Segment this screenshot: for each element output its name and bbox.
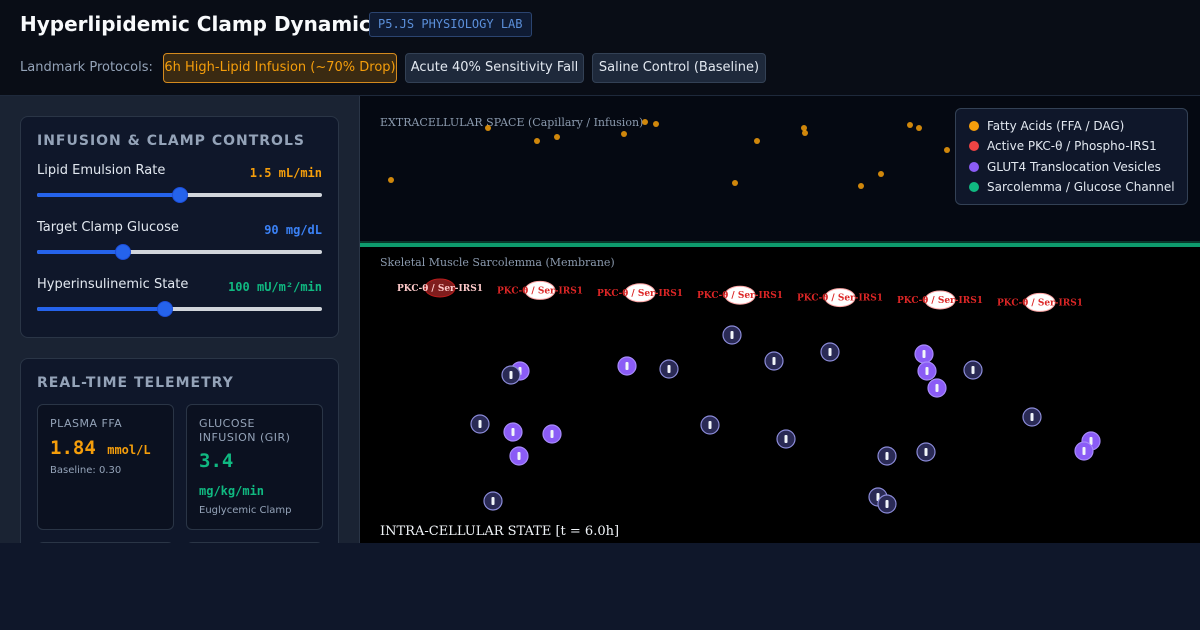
membrane-label: Skeletal Muscle Sarcolemma (Membrane) xyxy=(380,256,615,269)
fatty-acid-particle xyxy=(907,122,913,128)
glut4-vesicle xyxy=(1074,441,1094,461)
fatty-acid-particle xyxy=(944,147,950,153)
pkc-complex-label: PKC-θ / Ser-IRS1 xyxy=(897,296,983,306)
glut4-vesicle xyxy=(722,325,742,345)
fatty-acid-particle xyxy=(732,180,738,186)
glut4-vesicle xyxy=(503,422,523,442)
legend-item-fatty-acids: Fatty Acids (FFA / DAG) xyxy=(969,119,1124,133)
card-label: PLASMA FFA xyxy=(50,417,123,430)
glut4-vesicle xyxy=(700,415,720,435)
pkc-complex-label: PKC-θ / Ser-IRS1 xyxy=(597,289,683,299)
slider-thumb[interactable] xyxy=(114,244,131,260)
glut4-vesicle xyxy=(470,414,490,434)
legend-item-sarcolemma: Sarcolemma / Glucose Channel xyxy=(969,180,1175,194)
glucose-target-slider[interactable] xyxy=(37,244,322,260)
fatty-acid-particle xyxy=(801,125,807,131)
plasma-ffa-card: PLASMA FFA 1.84 mmol/L Baseline: 0.30 xyxy=(37,404,174,530)
glut4-vesicle xyxy=(659,359,679,379)
extracellular-label: EXTRACELLULAR SPACE (Capillary / Infusio… xyxy=(380,116,643,129)
glut4-vesicle xyxy=(914,344,934,364)
fatty-acid-particle xyxy=(802,130,808,136)
controls-title: INFUSION & CLAMP CONTROLS xyxy=(37,133,305,149)
purple-dot-icon xyxy=(969,162,979,172)
legend-item-pkc: Active PKC-θ / Phospho-IRS1 xyxy=(969,139,1157,153)
glucose-infusion-card: GLUCOSE INFUSION (GIR) 3.4 mg/kg/min Eug… xyxy=(186,404,323,530)
pkc-complex-label: PKC-θ / Ser-IRS1 xyxy=(697,291,783,301)
fatty-acid-particle xyxy=(858,183,864,189)
red-dot-icon xyxy=(969,141,979,151)
fatty-acid-particle xyxy=(754,138,760,144)
fatty-acid-particle xyxy=(534,138,540,144)
slider-fill xyxy=(37,250,123,254)
glut4-vesicle xyxy=(501,365,521,385)
telemetry-card-third xyxy=(37,542,174,543)
lipid-rate-label: Lipid Emulsion Rate xyxy=(37,163,166,178)
lipid-rate-value: 1.5 mL/min xyxy=(249,166,322,180)
orange-dot-icon xyxy=(969,121,979,131)
card-label: GLUCOSE INFUSION (GIR) xyxy=(199,417,291,444)
gir-value: 3.4 xyxy=(199,450,234,472)
slider-thumb[interactable] xyxy=(171,187,188,203)
glut4-vesicle xyxy=(1022,407,1042,427)
glucose-target-label: Target Clamp Glucose xyxy=(37,220,179,235)
protocols-label: Landmark Protocols: xyxy=(20,60,153,75)
pkc-complex-label: PKC-θ / Ser-IRS1 xyxy=(997,298,1083,308)
glut4-vesicle xyxy=(917,361,937,381)
fatty-acid-particle xyxy=(388,177,394,183)
membrane-glow xyxy=(360,241,1200,243)
telemetry-title: REAL-TIME TELEMETRY xyxy=(37,375,234,391)
app-title: Hyperlipidemic Clamp Dynamics xyxy=(20,12,383,36)
glut4-vesicle xyxy=(776,429,796,449)
glut4-vesicle xyxy=(927,378,947,398)
legend-item-glut4: GLUT4 Translocation Vesicles xyxy=(969,160,1161,174)
fatty-acid-particle xyxy=(621,131,627,137)
glucose-target-value: 90 mg/dL xyxy=(264,223,322,237)
protocol-button-saline-control[interactable]: Saline Control (Baseline) xyxy=(592,53,766,83)
fatty-acid-particle xyxy=(554,134,560,140)
sidebar: INFUSION & CLAMP CONTROLS Lipid Emulsion… xyxy=(0,96,360,543)
green-dot-icon xyxy=(969,182,979,192)
glut4-vesicle xyxy=(542,424,562,444)
insulin-state-label: Hyperinsulinemic State xyxy=(37,277,189,292)
glut4-vesicle xyxy=(916,442,936,462)
lab-badge: P5.JS PHYSIOLOGY LAB xyxy=(369,12,532,37)
plasma-ffa-value: 1.84 mmol/L xyxy=(50,437,151,459)
glut4-vesicle xyxy=(963,360,983,380)
telemetry-panel: REAL-TIME TELEMETRY PLASMA FFA 1.84 mmol… xyxy=(20,358,339,543)
insulin-state-slider[interactable] xyxy=(37,301,322,317)
gir-unit: mg/kg/min xyxy=(199,484,265,498)
glut4-vesicle xyxy=(764,351,784,371)
pkc-complex-label: PKC-θ / Ser-IRS1 xyxy=(797,294,883,304)
slider-fill xyxy=(37,307,166,311)
fatty-acid-particle xyxy=(878,171,884,177)
glut4-vesicle xyxy=(483,491,503,511)
protocol-button-acute-fall[interactable]: Acute 40% Sensitivity Fall xyxy=(405,53,584,83)
slider-fill xyxy=(37,193,180,197)
lipid-rate-slider[interactable] xyxy=(37,187,322,203)
fatty-acid-particle xyxy=(642,119,648,125)
infusion-controls-panel: INFUSION & CLAMP CONTROLS Lipid Emulsion… xyxy=(20,116,339,338)
card-subtext: Baseline: 0.30 xyxy=(50,465,122,476)
insulin-state-value: 100 mU/m²/min xyxy=(228,280,322,294)
fatty-acid-particle xyxy=(916,125,922,131)
glut4-vesicle xyxy=(820,342,840,362)
header-bar: Hyperlipidemic Clamp Dynamics P5.JS PHYS… xyxy=(0,0,1200,96)
card-subtext: Euglycemic Clamp xyxy=(199,505,292,516)
pkc-complex-label: PKC-θ / Ser-IRS1 xyxy=(397,284,483,294)
glut4-vesicle xyxy=(617,356,637,376)
pkc-complex-label: PKC-θ / Ser-IRS1 xyxy=(497,286,583,296)
fatty-acid-particle xyxy=(653,121,659,127)
slider-thumb[interactable] xyxy=(157,301,174,317)
glut4-vesicle xyxy=(877,494,897,514)
legend: Fatty Acids (FFA / DAG) Active PKC-θ / P… xyxy=(955,108,1188,205)
protocol-button-high-lipid[interactable]: 6h High-Lipid Infusion (~70% Drop) xyxy=(163,53,397,83)
telemetry-card-fourth xyxy=(186,542,323,543)
sarcolemma-membrane xyxy=(360,243,1200,247)
intracellular-state-label: INTRA-CELLULAR STATE [t = 6.0h] xyxy=(380,524,619,539)
glut4-vesicle xyxy=(877,446,897,466)
fatty-acid-particle xyxy=(485,125,491,131)
glut4-vesicle xyxy=(509,446,529,466)
